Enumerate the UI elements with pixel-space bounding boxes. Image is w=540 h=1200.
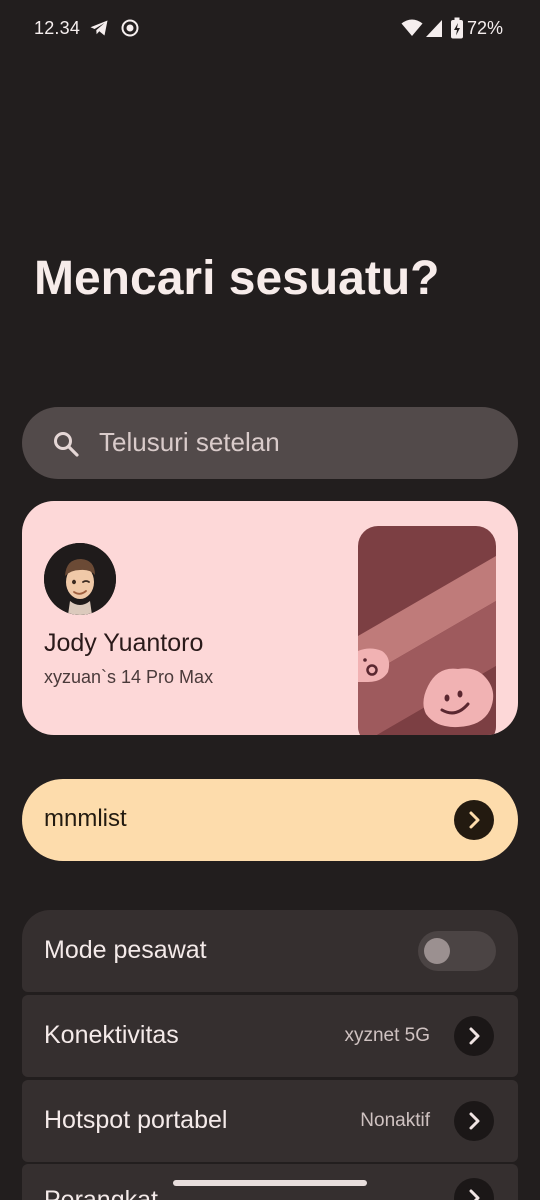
row-label: Hotspot portabel [44, 1106, 228, 1134]
toggle-knob [424, 938, 450, 964]
account-chevron-button[interactable] [454, 800, 494, 840]
search-placeholder[interactable]: Telusuri setelan [99, 427, 280, 458]
chevron-right-icon [469, 1027, 480, 1045]
page-title: Mencari sesuatu? [34, 252, 440, 305]
battery-percent: 72% [467, 18, 504, 38]
chevron-right-icon [469, 1189, 480, 1200]
account-label: mnmlist [44, 805, 127, 832]
battery-charging-icon [451, 17, 463, 39]
connectivity-chevron-button[interactable] [454, 1016, 494, 1056]
settings-row-connectivity[interactable]: Konektivitas xyznet 5G [22, 995, 518, 1077]
chevron-right-icon [469, 811, 480, 829]
screen-record-icon [121, 19, 139, 37]
status-time: 12.34 [34, 18, 81, 38]
hotspot-chevron-button[interactable] [454, 1101, 494, 1141]
memoji-avatar-icon [44, 543, 116, 615]
cellular-signal-icon [426, 20, 442, 37]
avatar[interactable] [44, 543, 116, 615]
settings-row-hotspot[interactable]: Hotspot portabel Nonaktif [22, 1080, 518, 1162]
profile-name: Jody Yuantoro [44, 629, 204, 657]
profile-card[interactable]: Jody Yuantoro xyzuan`s 14 Pro Max [22, 501, 518, 735]
chevron-right-icon [469, 1112, 480, 1130]
row-value: xyznet 5G [344, 1025, 430, 1046]
search-icon [54, 432, 79, 457]
airplane-mode-toggle[interactable] [418, 931, 496, 971]
account-pill[interactable]: mnmlist [22, 779, 518, 861]
profile-device: xyzuan`s 14 Pro Max [44, 667, 214, 687]
row-label: Mode pesawat [44, 936, 207, 964]
settings-row-airplane-mode[interactable]: Mode pesawat [22, 910, 518, 992]
row-label: Konektivitas [44, 1021, 179, 1049]
row-value: Nonaktif [360, 1110, 430, 1131]
status-bar: 12.34 72% [0, 0, 540, 56]
devices-chevron-button[interactable] [454, 1178, 494, 1200]
phone-wallpaper-illustration [358, 526, 496, 735]
wifi-icon [401, 19, 423, 36]
telegram-icon [90, 20, 108, 36]
screen: 12.34 72% Mencari sesuatu? Telusuri sete… [0, 0, 540, 1200]
row-label: Perangkat [44, 1186, 158, 1200]
home-gesture-bar[interactable] [173, 1180, 367, 1186]
